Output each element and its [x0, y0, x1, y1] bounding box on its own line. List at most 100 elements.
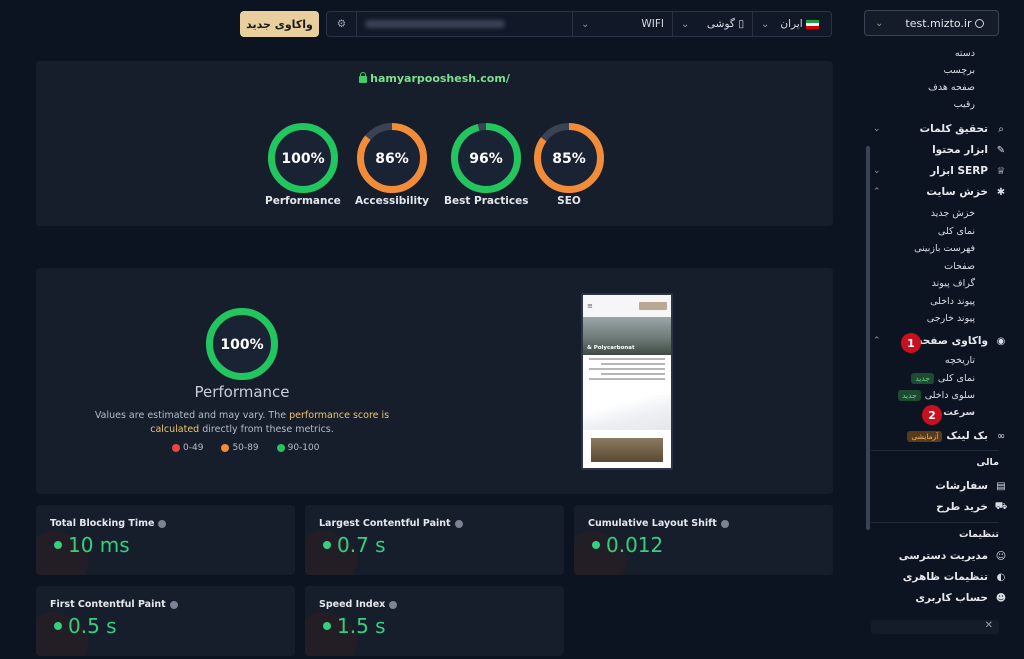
gear-icon: ⚙ [336, 18, 347, 30]
metric-value-text: 0.012 [606, 533, 664, 557]
metric-value: 10 ms [54, 533, 130, 557]
sidebar-item-content-tools[interactable]: ابزار محتوا ✎ [863, 144, 1007, 156]
thumb-hero-text: & Polycarbonat [587, 345, 635, 351]
step-marker-2: 2 [922, 405, 942, 425]
gauge-ring: 96% [451, 123, 522, 193]
sidebar-item-label: سلوی داخلی [924, 390, 975, 401]
sidebar-crawl-item[interactable]: پیوند خارجی [863, 313, 1007, 324]
sidebar-crawl-item[interactable]: صفحات [863, 261, 1007, 272]
chevron-down-icon: ⌄ [761, 18, 770, 30]
sidebar-item-label: بک لینک [946, 430, 988, 442]
info-icon[interactable] [720, 519, 729, 528]
status-dot [54, 621, 62, 630]
info-icon[interactable] [158, 519, 167, 528]
palette-icon: ◐ [996, 571, 1006, 583]
sidebar-item-label: ابزار محتوا [932, 144, 988, 156]
score-gauge[interactable]: 85% SEO [534, 123, 604, 207]
legend-label: 50-89 [232, 443, 259, 453]
thumb-line [601, 373, 665, 375]
settings-gear-button[interactable]: ⚙ [327, 12, 357, 36]
legend-item: 50-89 [221, 443, 259, 453]
sidebar-item-label: حساب کاربری [915, 592, 988, 604]
menu-icon: ≡ [587, 302, 593, 310]
gauge-ring: 100% [267, 123, 338, 193]
sidebar-item-label: فهرست بازبینی [914, 243, 975, 254]
legend-label: 90-100 [287, 443, 320, 453]
trial-badge: آزمایشی [907, 430, 943, 442]
info-icon[interactable] [454, 519, 463, 528]
sidebar-item-target-page[interactable]: صفحه هدف [863, 82, 1007, 93]
user-icon: ☻ [995, 592, 1007, 604]
section-finance: مالی [863, 457, 1007, 468]
section-title: تنظیمات [958, 529, 999, 540]
thumb-logo [639, 302, 667, 310]
score-gauge[interactable]: 96% Best Practices [444, 123, 528, 207]
device-select[interactable]: ⌄ گوشی ▯ [673, 12, 753, 36]
metric-title: Largest Contentful Paint [319, 518, 463, 529]
sidebar-item-label: خزش جدید [930, 208, 975, 219]
sidebar-item-buy-plan[interactable]: خرید طرح ⛟ [863, 501, 1007, 514]
thumb-hero: & Polycarbonat [583, 317, 671, 355]
chevron-down-icon: ⌄ [581, 18, 590, 30]
sidebar-crawl-item[interactable]: نمای کلی [863, 226, 1007, 237]
status-dot [323, 621, 331, 630]
score-label: Accessibility [355, 195, 429, 207]
sidebar-item-serp-tools[interactable]: ⌄ ابزار SERP ♕ [863, 165, 1007, 177]
metric-value-text: 0.7 s [337, 533, 386, 557]
mobile-icon: ▯ [738, 18, 744, 30]
score-value: 85% [552, 151, 586, 167]
sidebar-item-tag[interactable]: برچسب [863, 65, 1007, 76]
metric-title-text: Total Blocking Time [50, 518, 155, 529]
sidebar-item-orders[interactable]: سفارشات ▤ [863, 480, 1007, 492]
sidebar-item-label: پیوند داخلی [930, 295, 975, 307]
sidebar-item-label: گراف پیوند [931, 278, 975, 289]
sidebar-item-label: خرید طرح [936, 501, 988, 513]
globe-icon [975, 19, 984, 28]
site-selector[interactable]: ⌄ test.mizto.ir [864, 10, 999, 36]
score-gauge[interactable]: 100% Performance [265, 123, 341, 207]
sidebar-crawl-item[interactable]: پیوند داخلی [863, 296, 1007, 307]
sidebar-item-user-account[interactable]: حساب کاربری ☻ [863, 592, 1007, 604]
metric-title-text: Largest Contentful Paint [319, 518, 451, 529]
close-icon[interactable]: ✕ [985, 620, 993, 631]
country-select[interactable]: ⌄ ایران [753, 12, 831, 36]
sidebar-item-competitor[interactable]: رقیب [863, 99, 1007, 110]
info-icon[interactable] [389, 600, 398, 609]
thumb-line [589, 368, 665, 370]
sidebar-crawl-item[interactable]: گراف پیوند [863, 278, 1007, 289]
url-input[interactable] [357, 12, 573, 36]
performance-big-value: 100% [220, 337, 263, 353]
new-analysis-button[interactable]: واکاوی جدید [240, 11, 319, 37]
score-value: 100% [281, 151, 324, 167]
thumb-background [583, 395, 671, 430]
sidebar-crawl-item[interactable]: خزش جدید [863, 208, 1007, 219]
report-url[interactable]: hamyarpooshesh.com/ [36, 72, 833, 85]
gauge-icon: ◉ [996, 335, 1006, 347]
network-select[interactable]: ⌄ WIFI [573, 12, 673, 36]
legend-item: 0-49 [172, 443, 203, 453]
sidebar-item-site-crawl[interactable]: ⌃ خزش سایت ✱ [863, 186, 1007, 198]
sidebar-crawl-item[interactable]: فهرست بازبینی [863, 243, 1007, 254]
sidebar-item-internal-level[interactable]: جدید سلوی داخلی [863, 390, 1007, 401]
sidebar-item-label: دسته [954, 48, 975, 59]
sidebar-item-keyword-research[interactable]: ⌄ تحقیق کلمات ⌕ [863, 123, 1007, 135]
metric-card: Cumulative Layout Shift 0.012 [574, 505, 833, 575]
new-badge: جدید [911, 373, 934, 384]
info-icon[interactable] [169, 600, 178, 609]
chevron-down-icon: ⌄ [681, 18, 690, 30]
link-icon: ∞ [996, 430, 1006, 442]
metric-title-text: First Contentful Paint [50, 599, 166, 610]
score-label: SEO [557, 195, 581, 207]
sidebar-item-overview[interactable]: جدید نمای کلی [863, 373, 1007, 384]
sidebar: دسته برچسب صفحه هدف رقیب ⌄ تحقیق کلمات ⌕ … [863, 44, 1007, 634]
sidebar-item-category[interactable]: دسته [863, 48, 1007, 59]
note-text-start: Values are estimated and may vary. The [94, 410, 290, 421]
sidebar-item-access-management[interactable]: مدیریت دسترسی ☺ [863, 550, 1007, 562]
score-label: Performance [265, 195, 341, 207]
sidebar-item-history[interactable]: تاریخچه [863, 355, 1007, 366]
sidebar-item-backlink[interactable]: آزمایشی بک لینک ∞ [863, 430, 1007, 442]
sidebar-item-page-analysis[interactable]: ⌃ واکاوی صفحه ◉ [863, 335, 1007, 347]
score-gauge[interactable]: 86% Accessibility [355, 123, 429, 207]
sidebar-item-appearance[interactable]: تنظیمات ظاهری ◐ [863, 571, 1007, 583]
status-dot [592, 540, 600, 549]
